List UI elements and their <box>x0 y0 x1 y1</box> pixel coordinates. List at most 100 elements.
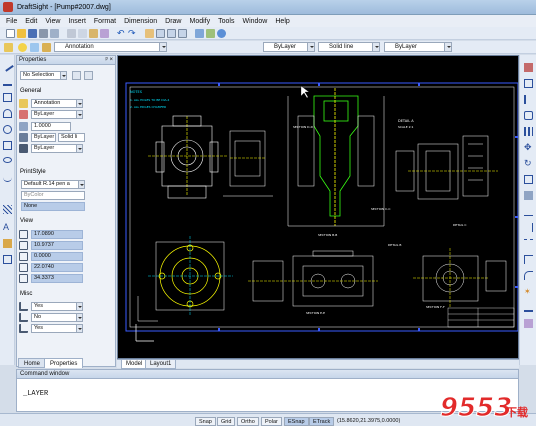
copy-entity-icon[interactable] <box>524 79 533 88</box>
menu-help[interactable]: Help <box>271 18 293 25</box>
scale-icon[interactable] <box>524 175 533 184</box>
layer-manager-icon[interactable] <box>4 43 13 52</box>
circle-icon[interactable] <box>3 125 12 134</box>
new-file-icon[interactable] <box>6 28 15 38</box>
match-properties-icon[interactable] <box>100 28 109 38</box>
infinite-line-icon[interactable] <box>3 77 12 86</box>
move-icon[interactable]: ✥ <box>524 143 533 152</box>
menu-edit[interactable]: Edit <box>21 18 41 25</box>
arc-icon[interactable] <box>3 109 12 118</box>
prop-linestyle-field[interactable]: ByLayer <box>31 133 56 142</box>
open-folder-icon[interactable] <box>17 28 26 38</box>
zoom-window-icon[interactable] <box>167 28 176 38</box>
menu-view[interactable]: View <box>41 18 64 25</box>
layer-on-icon[interactable] <box>18 43 27 52</box>
align-icon[interactable] <box>524 303 533 312</box>
offset-icon[interactable] <box>524 111 533 120</box>
menu-dimension[interactable]: Dimension <box>120 18 161 25</box>
undo-icon[interactable]: ↶ <box>117 28 126 38</box>
prop-center-x-field[interactable]: 17.0890 <box>31 230 83 239</box>
prop-printtable-field[interactable]: Default R.14 pen a <box>21 180 85 189</box>
print-preview-icon[interactable] <box>50 28 59 38</box>
prop-ucs-on-field[interactable]: Yes <box>31 302 83 311</box>
save-icon[interactable] <box>28 28 37 38</box>
prop-width-field[interactable]: 34.3373 <box>31 274 83 283</box>
paste-icon[interactable] <box>89 28 98 38</box>
ellipse-icon[interactable] <box>3 157 12 163</box>
menu-insert[interactable]: Insert <box>64 18 90 25</box>
help-icon[interactable] <box>217 28 226 38</box>
etrack-toggle[interactable]: ETrack <box>309 417 335 426</box>
hatch-icon[interactable] <box>3 205 12 214</box>
mirror-icon[interactable] <box>524 95 533 104</box>
cut-icon[interactable] <box>67 28 76 38</box>
panel-pin-close-icon[interactable]: ᵖ × <box>106 56 113 65</box>
zoom-realtime-icon[interactable] <box>156 28 165 38</box>
prop-center-y-field[interactable]: 10.9737 <box>31 241 83 250</box>
fillet-icon[interactable] <box>524 271 533 280</box>
polar-toggle[interactable]: Polar <box>261 417 282 426</box>
snap-toggle[interactable]: Snap <box>195 417 216 426</box>
polyline-icon[interactable] <box>3 93 12 102</box>
tab-layout1[interactable]: Layout1 <box>145 360 177 369</box>
break-icon[interactable] <box>524 239 533 248</box>
menu-draw[interactable]: Draw <box>161 18 185 25</box>
tab-home[interactable]: Home <box>18 358 47 368</box>
select-objects-icon[interactable] <box>72 71 81 80</box>
quick-select-icon[interactable] <box>84 71 93 80</box>
prop-printstyle-field[interactable]: ByColor <box>21 191 85 200</box>
menu-window[interactable]: Window <box>238 18 271 25</box>
layer-combo[interactable]: Annotation <box>54 42 167 52</box>
block-insert-icon[interactable] <box>3 239 12 248</box>
tab-model[interactable]: Model <box>121 360 148 369</box>
prop-linestyle-type-field[interactable]: Solid li <box>58 133 85 142</box>
prop-ucs-origin-field[interactable]: No <box>31 313 83 322</box>
menu-format[interactable]: Format <box>90 18 120 25</box>
layer-freeze-icon[interactable] <box>30 43 39 52</box>
pan-icon[interactable] <box>145 28 154 38</box>
prop-width-row: 34.3373 <box>19 274 117 283</box>
redo-icon[interactable]: ↷ <box>128 28 137 38</box>
chamfer-icon[interactable] <box>524 255 533 264</box>
prop-linescale-field[interactable]: 1.0000 <box>31 122 71 131</box>
point-icon[interactable] <box>3 189 12 198</box>
erase-icon[interactable] <box>524 63 533 72</box>
table-icon[interactable] <box>3 255 12 264</box>
prop-center-z-field[interactable]: 0.0000 <box>31 252 83 261</box>
linestyle-combo[interactable]: Solid line <box>318 42 380 52</box>
prop-height-field[interactable]: 22.0740 <box>31 263 83 272</box>
explode-icon[interactable]: ✶ <box>524 287 533 296</box>
selection-dropdown[interactable]: No Selection <box>20 71 67 80</box>
prop-color-field[interactable]: ByLayer <box>31 110 83 119</box>
copy-icon[interactable] <box>78 28 87 38</box>
prop-lineweight-field[interactable]: ByLayer <box>31 144 83 153</box>
extend-icon[interactable] <box>524 223 533 232</box>
menu-tools[interactable]: Tools <box>214 18 238 25</box>
zoom-previous-icon[interactable] <box>178 28 187 38</box>
line-tool-icon[interactable] <box>1 59 14 72</box>
text-tool-icon[interactable]: A <box>3 223 12 232</box>
prop-ucs-viewport-field[interactable]: Yes <box>31 324 83 333</box>
prop-printattached-field[interactable]: None <box>21 202 85 211</box>
menu-modify[interactable]: Modify <box>186 18 215 25</box>
trim-icon[interactable] <box>524 207 533 216</box>
prop-layer-field[interactable]: Annotation <box>31 99 83 108</box>
tab-properties[interactable]: Properties <box>44 358 84 368</box>
lineweight-combo[interactable]: ByLayer <box>384 42 452 52</box>
stretch-icon[interactable] <box>524 191 533 200</box>
ortho-toggle[interactable]: Ortho <box>237 417 259 426</box>
properties-icon[interactable] <box>195 28 204 38</box>
spline-icon[interactable] <box>3 173 12 182</box>
esnap-toggle[interactable]: ESnap <box>284 417 309 426</box>
properties-match-icon[interactable] <box>524 319 533 328</box>
color-combo[interactable]: ByLayer <box>263 42 315 52</box>
pattern-icon[interactable] <box>524 127 533 136</box>
rectangle-icon[interactable] <box>3 141 12 150</box>
print-icon[interactable] <box>39 28 48 38</box>
drawing-canvas[interactable]: NOTES 1. ALL HOLES TO BE DIA.4 2. ALL ED… <box>117 55 519 359</box>
menu-file[interactable]: File <box>2 18 21 25</box>
grid-toggle[interactable]: Grid <box>217 417 236 426</box>
rotate-icon[interactable]: ↻ <box>524 159 533 168</box>
layer-lock-icon[interactable] <box>42 43 51 52</box>
design-resources-icon[interactable] <box>206 28 215 38</box>
